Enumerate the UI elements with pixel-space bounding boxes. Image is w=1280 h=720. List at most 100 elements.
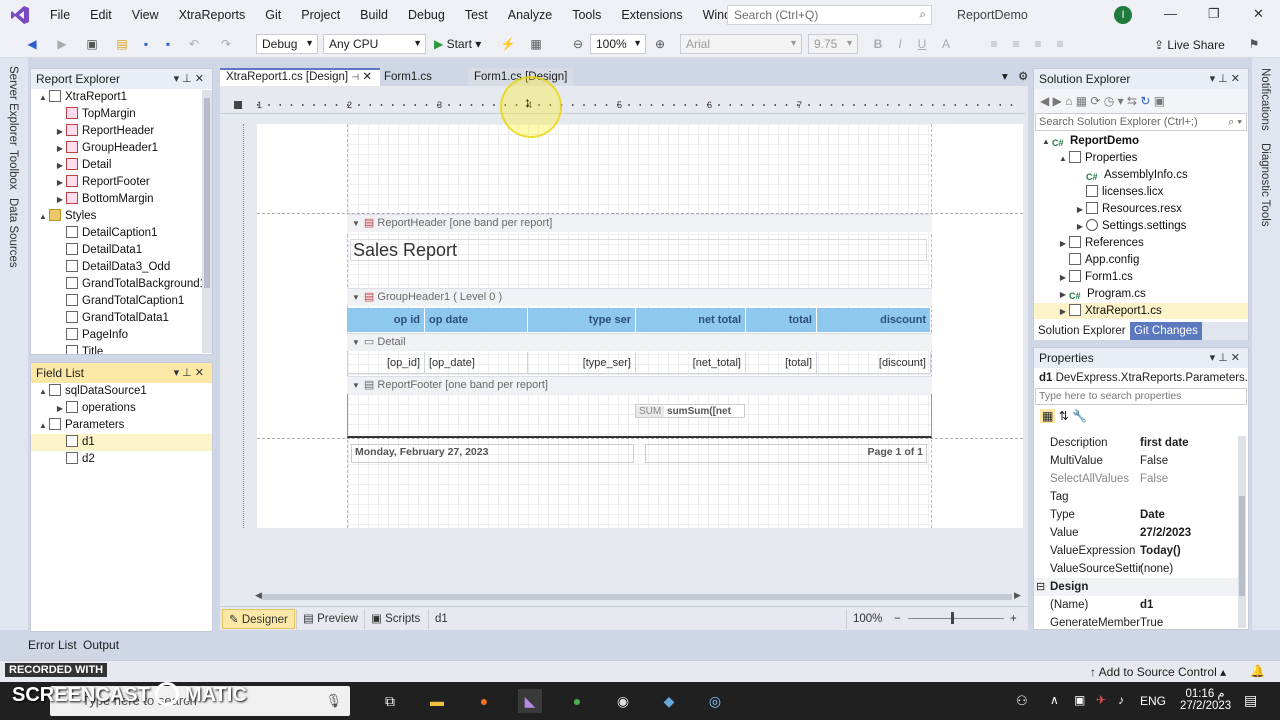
menu-git[interactable]: Git bbox=[255, 0, 291, 30]
property-value[interactable]: (none) bbox=[1140, 560, 1173, 578]
server-explorer-tab[interactable]: Server Explorer bbox=[7, 66, 19, 146]
tree-item[interactable]: ▶ Form1.cs bbox=[1034, 269, 1248, 286]
menu-extensions[interactable]: Extensions bbox=[611, 0, 692, 30]
detail-cell[interactable]: [discount] bbox=[817, 352, 931, 374]
tree-item[interactable]: DetailCaption1 bbox=[31, 225, 212, 242]
refresh-icon[interactable]: ↻ bbox=[1140, 94, 1150, 108]
property-row[interactable]: Tag bbox=[1034, 488, 1246, 506]
app-icon[interactable]: ● bbox=[565, 689, 589, 713]
back-icon[interactable]: ◀ bbox=[24, 36, 40, 52]
align-left-icon[interactable]: ≡ bbox=[986, 36, 1002, 52]
undo-icon[interactable]: ↶ bbox=[186, 36, 202, 52]
pin-icon[interactable]: ▾ ⊥ ✕ bbox=[174, 69, 204, 89]
tree-item[interactable]: DetailData1 bbox=[31, 242, 212, 259]
git-changes-tab[interactable]: Git Changes bbox=[1130, 322, 1202, 340]
source-control-button[interactable]: ↑ Add to Source Control ▴ bbox=[1090, 665, 1226, 679]
tree-item[interactable]: TopMargin bbox=[31, 106, 212, 123]
output-tab[interactable]: Output bbox=[83, 638, 119, 652]
italic-icon[interactable]: I bbox=[892, 36, 908, 52]
menu-test[interactable]: Test bbox=[455, 0, 498, 30]
property-value[interactable]: first date bbox=[1140, 434, 1189, 452]
property-value[interactable]: False bbox=[1140, 452, 1168, 470]
file-explorer-icon[interactable]: ▬ bbox=[425, 689, 449, 713]
property-value[interactable]: 27/2/2023 bbox=[1140, 524, 1191, 542]
report-explorer-scrollbar[interactable] bbox=[202, 90, 212, 353]
collapse-icon[interactable]: ⊟ bbox=[1036, 578, 1045, 596]
home-icon[interactable]: ⌂ bbox=[1065, 94, 1072, 108]
tree-item[interactable]: C# AssemblyInfo.cs bbox=[1034, 167, 1248, 184]
property-row[interactable]: GenerateMember True bbox=[1034, 614, 1246, 632]
hot-reload-icon[interactable]: ⚡ bbox=[500, 36, 516, 52]
notification-bell-icon[interactable]: 🔔 bbox=[1250, 664, 1265, 678]
property-row[interactable]: (Name) d1 bbox=[1034, 596, 1246, 614]
bold-icon[interactable]: B bbox=[870, 36, 886, 52]
property-row[interactable]: Type Date bbox=[1034, 506, 1246, 524]
properties-search-input[interactable]: Type here to search properties bbox=[1035, 388, 1247, 405]
tree-item[interactable]: licenses.licx bbox=[1034, 184, 1248, 201]
expand-icon[interactable]: ▶ bbox=[54, 174, 66, 191]
tree-item[interactable]: ▶ operations bbox=[31, 400, 212, 417]
menu-view[interactable]: View bbox=[122, 0, 169, 30]
tree-item[interactable]: ▲ C# ReportDemo bbox=[1034, 133, 1248, 150]
action-center-icon[interactable]: ▤ bbox=[1244, 692, 1257, 709]
tree-item[interactable]: ▶ References bbox=[1034, 235, 1248, 252]
menu-project[interactable]: Project bbox=[291, 0, 350, 30]
data-sources-tab[interactable]: Data Sources bbox=[7, 198, 19, 268]
tree-item[interactable]: ▶ Settings.settings bbox=[1034, 218, 1248, 235]
expand-icon[interactable]: ▲ bbox=[37, 417, 49, 434]
task-view-icon[interactable]: ⧉ bbox=[378, 689, 402, 713]
font-combo[interactable]: Arial ▼ bbox=[680, 34, 802, 54]
property-value[interactable]: d1 bbox=[1140, 596, 1153, 614]
tree-item[interactable]: Title bbox=[31, 344, 212, 354]
designer-hscrollbar[interactable] bbox=[262, 594, 1012, 600]
tree-item[interactable]: PageInfo bbox=[31, 327, 212, 344]
people-icon[interactable]: ⚇ bbox=[1016, 693, 1028, 709]
detail-cell[interactable]: [type_ser] bbox=[528, 352, 636, 374]
properties-object-selector[interactable]: d1 DevExpress.XtraReports.Parameters.P ▾ bbox=[1034, 368, 1248, 388]
scripts-tab[interactable]: ▣ Scripts bbox=[364, 609, 426, 629]
expand-icon[interactable]: ▶ bbox=[54, 123, 66, 140]
designer-tab[interactable]: ✎ Designer bbox=[222, 609, 295, 629]
pin-icon[interactable]: ⊣ bbox=[351, 72, 359, 82]
tree-item[interactable]: GrandTotalCaption1 bbox=[31, 293, 212, 310]
live-share-button[interactable]: ⇪ Live Share bbox=[1154, 38, 1225, 52]
summary-cell[interactable]: SUM sumSum([net bbox=[635, 404, 745, 418]
properties-scrollbar[interactable] bbox=[1238, 436, 1246, 628]
zoom-in-icon[interactable]: ⊕ bbox=[652, 36, 668, 52]
solution-explorer-pin-icon[interactable]: ▾ ⊥ ✕ bbox=[1210, 69, 1240, 89]
tree-item[interactable]: ▶ Detail bbox=[31, 157, 212, 174]
redo-icon[interactable]: ↷ bbox=[218, 36, 234, 52]
clock[interactable]: 01:16 م 27/2/2023 bbox=[1180, 686, 1231, 712]
menu-build[interactable]: Build bbox=[350, 0, 398, 30]
tree-item[interactable]: ▲ Properties bbox=[1034, 150, 1248, 167]
gear-icon[interactable]: ⚙ bbox=[1012, 68, 1034, 86]
user-avatar[interactable]: I bbox=[1114, 6, 1132, 24]
preview-tab[interactable]: ▤ Preview bbox=[296, 609, 364, 629]
property-value[interactable]: Date bbox=[1140, 506, 1165, 524]
tree-item[interactable]: DetailData3_Odd bbox=[31, 259, 212, 276]
menu-debug[interactable]: Debug bbox=[398, 0, 455, 30]
close-icon[interactable]: ✕ bbox=[1253, 6, 1264, 22]
tree-item[interactable]: d2 bbox=[31, 451, 212, 468]
tree-item[interactable]: ▶ C# Program.cs bbox=[1034, 286, 1248, 303]
tree-item[interactable]: ▲ XtraReport1 bbox=[31, 89, 212, 106]
column-header[interactable]: net total bbox=[636, 308, 746, 332]
wrench-icon[interactable]: 🔧 bbox=[1072, 409, 1087, 423]
expand-icon[interactable]: ▲ bbox=[1040, 133, 1052, 150]
field-list-pin-icon[interactable]: ▾ ⊥ ✕ bbox=[174, 363, 204, 383]
tree-item[interactable]: ▶ ReportFooter bbox=[31, 174, 212, 191]
expand-icon[interactable]: ▶ bbox=[54, 191, 66, 208]
save-icon[interactable]: ▪ bbox=[138, 36, 154, 52]
property-category[interactable]: ⊟ Design bbox=[1034, 578, 1246, 596]
app-icon-3[interactable]: ◆ bbox=[657, 689, 681, 713]
save-all-icon[interactable]: ▪ bbox=[160, 36, 176, 52]
feedback-icon[interactable]: ⚑ bbox=[1246, 36, 1262, 52]
detail-cell[interactable]: [net_total] bbox=[636, 352, 746, 374]
language-indicator[interactable]: ENG bbox=[1140, 694, 1166, 708]
column-header[interactable]: total bbox=[746, 308, 817, 332]
zoom-minus-icon[interactable]: − bbox=[888, 609, 907, 629]
color-icon[interactable]: A bbox=[938, 36, 954, 52]
new-project-icon[interactable]: ▣ bbox=[84, 36, 100, 52]
visual-studio-logo-icon[interactable] bbox=[0, 5, 40, 25]
column-header[interactable]: op id bbox=[347, 308, 425, 332]
